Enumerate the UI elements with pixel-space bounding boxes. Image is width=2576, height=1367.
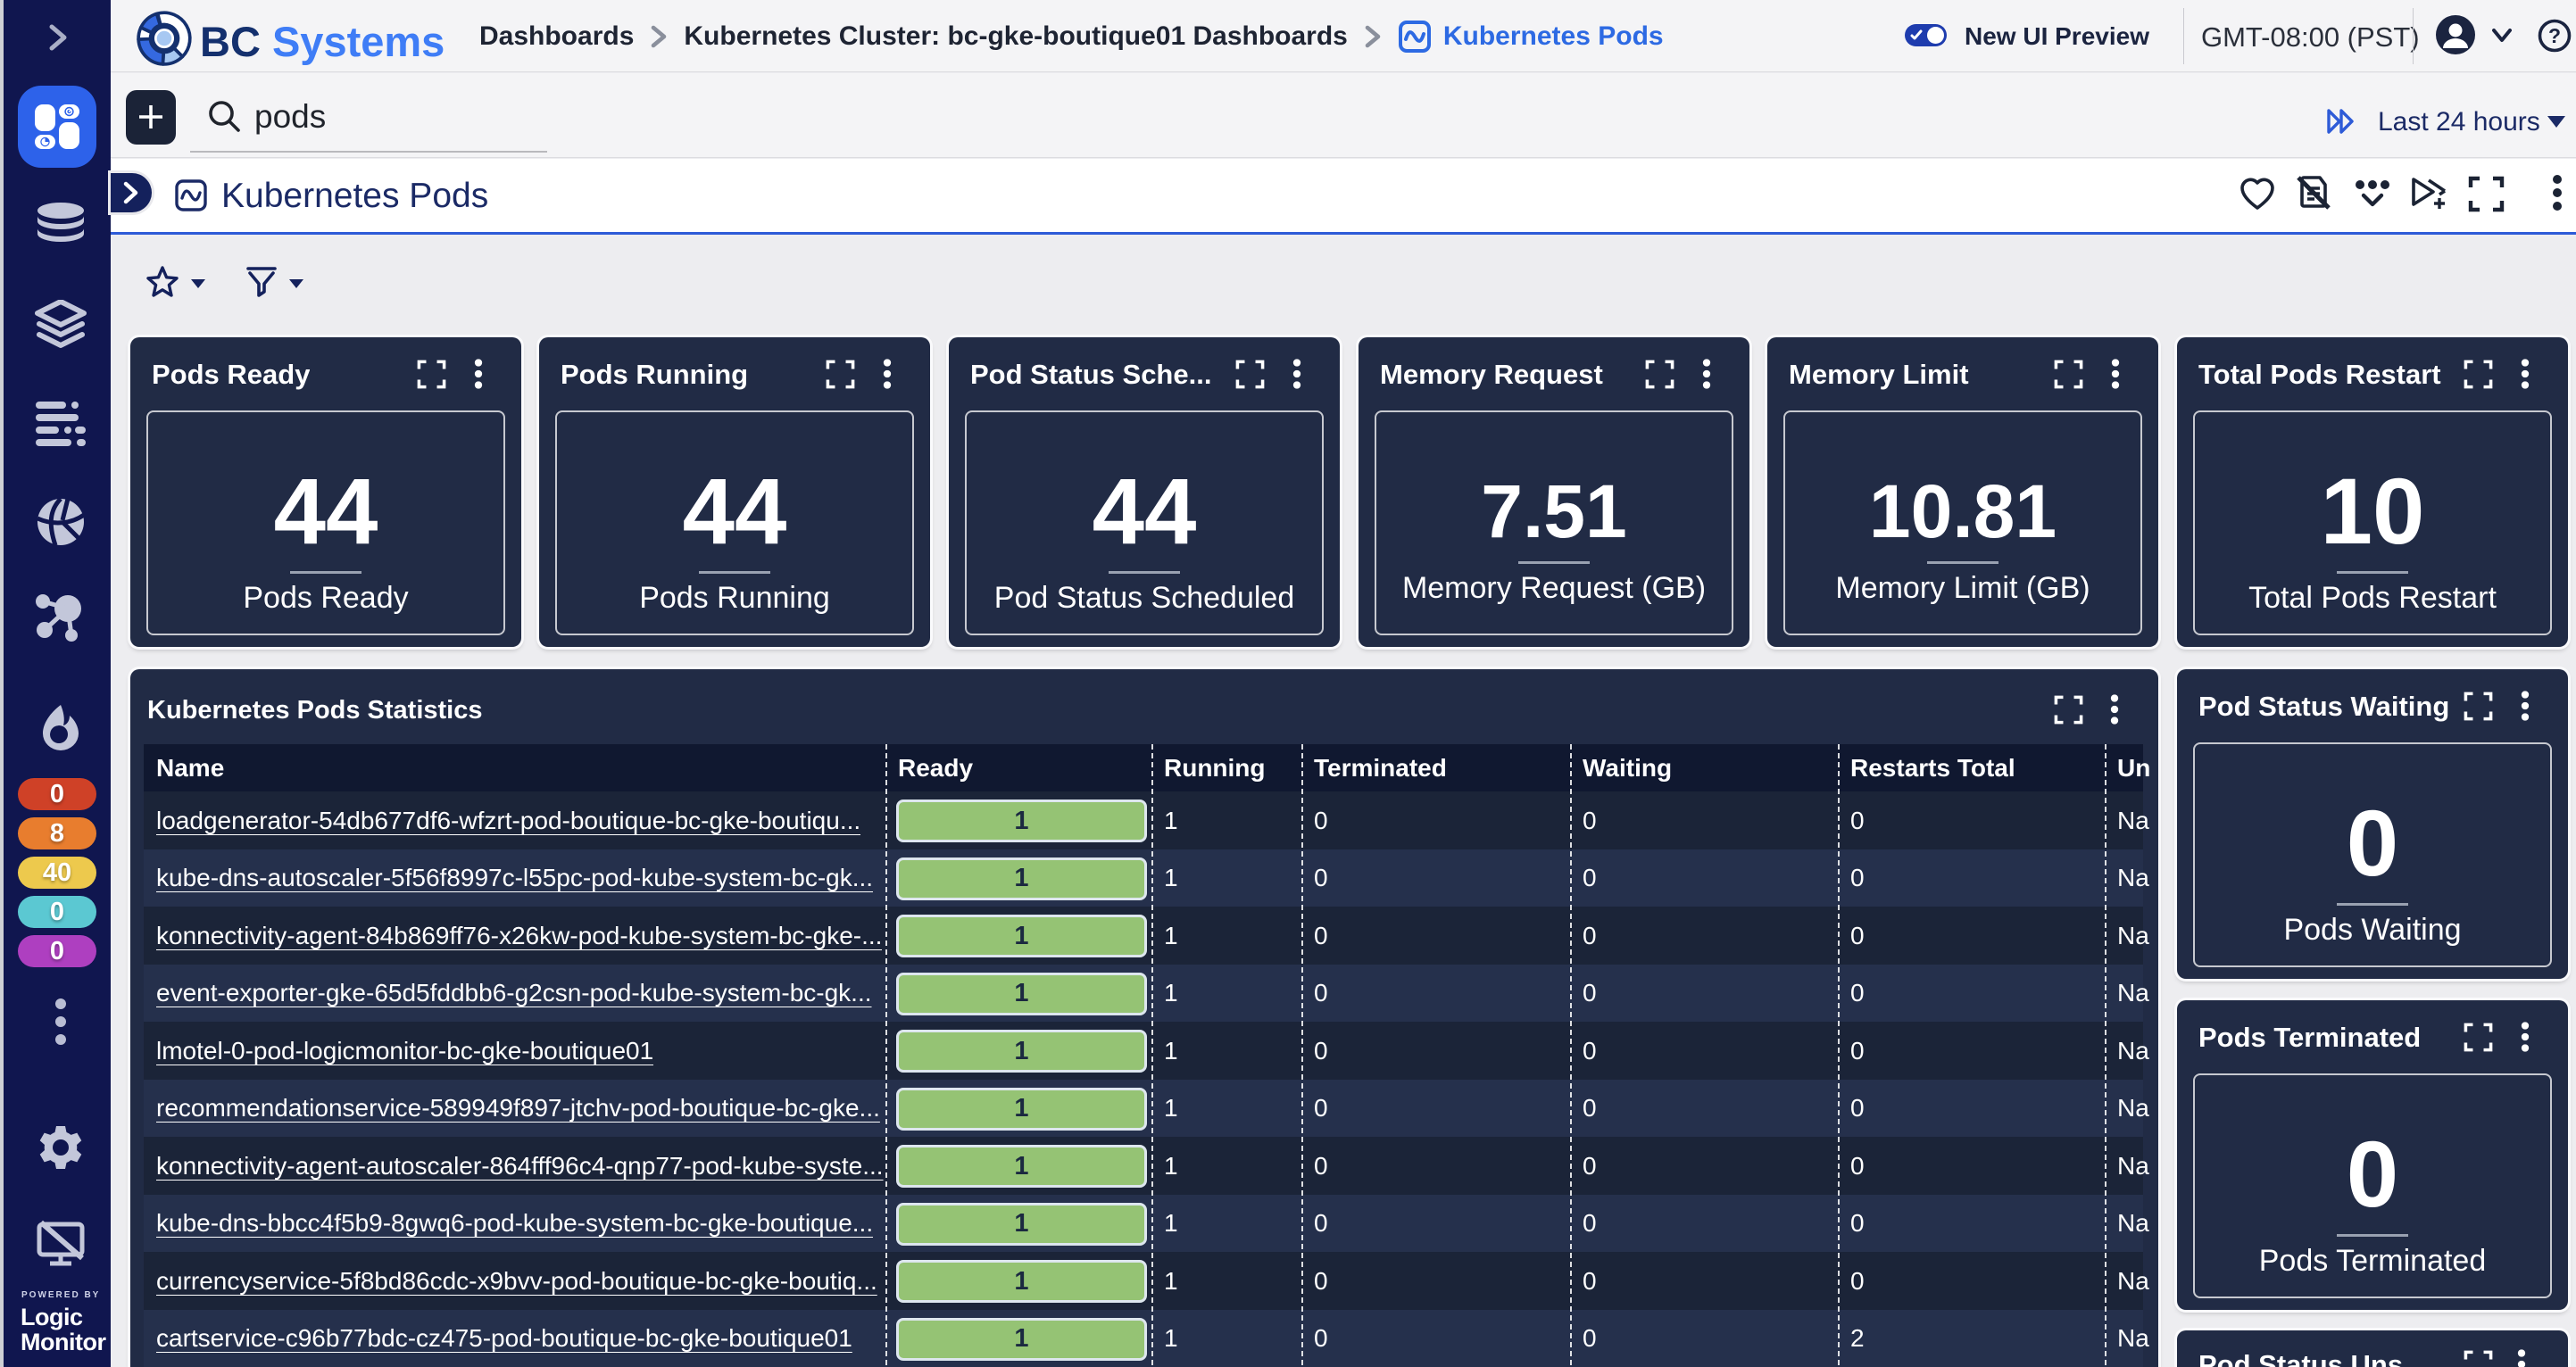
svg-text:?: ?: [2548, 24, 2561, 47]
